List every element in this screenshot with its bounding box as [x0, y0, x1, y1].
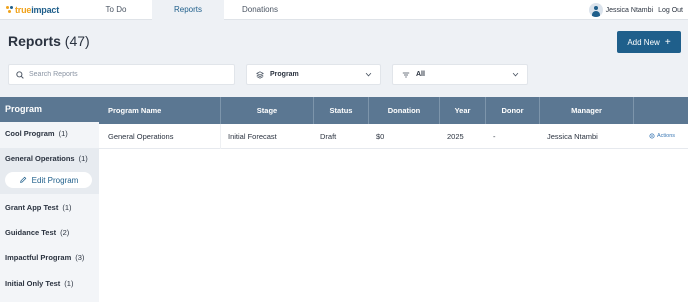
sidebar-item-label: Impactful Program [5, 253, 72, 262]
cell-status: Draft [320, 132, 337, 141]
cell-program-name: General Operations [108, 132, 174, 141]
cell-donor: - [493, 132, 496, 141]
pencil-icon [19, 176, 26, 183]
logo-text-impact: impact [31, 5, 60, 15]
logo-mark-icon [6, 5, 13, 15]
sidebar-heading: Program [0, 97, 99, 122]
column-header-program-name[interactable]: Program Name [99, 97, 220, 124]
sidebar-item-count: (2) [60, 228, 70, 237]
sidebar-item-general-operations[interactable]: General Operations (1) [5, 154, 88, 163]
group-by-select[interactable]: Program [246, 64, 381, 85]
edit-program-label: Edit Program [31, 175, 79, 185]
sidebar-item-guidance-test[interactable]: Guidance Test (2) [5, 228, 69, 237]
sidebar-item-initial-only-test[interactable]: Initial Only Test (1) [5, 279, 73, 288]
row-actions-label: Actions [657, 133, 676, 139]
top-nav: trueimpact To Do Reports Donations Jessi… [0, 0, 688, 20]
sidebar-item-cool-program[interactable]: Cool Program (1) [5, 129, 68, 138]
group-by-value: Program [270, 71, 299, 78]
reports-table: Program Name Stage Status Donation Year … [99, 97, 688, 302]
column-header-year[interactable]: Year [439, 97, 485, 124]
tab-donations[interactable]: Donations [224, 0, 296, 20]
layers-icon [256, 70, 264, 79]
sidebar-item-grant-app-test[interactable]: Grant App Test (1) [5, 203, 72, 212]
tab-to-do[interactable]: To Do [80, 0, 152, 20]
sidebar-item-label: Initial Only Test [5, 279, 61, 288]
row-actions-button[interactable]: Actions [649, 133, 675, 139]
user-menu: Jessica Ntambi Log Out [588, 2, 683, 18]
logout-link[interactable]: Log Out [658, 7, 683, 14]
filter-icon [402, 72, 410, 77]
tab-reports[interactable]: Reports [152, 0, 224, 20]
column-header-donor[interactable]: Donor [485, 97, 539, 124]
column-header-donation[interactable]: Donation [368, 97, 439, 124]
cell-year: 2025 [447, 132, 464, 141]
search-icon [16, 70, 24, 79]
add-new-label: Add New [627, 37, 660, 47]
sidebar-item-label: Grant App Test [5, 203, 59, 212]
user-name[interactable]: Jessica Ntambi [606, 7, 653, 14]
add-new-button[interactable]: Add New + [617, 31, 681, 53]
page-title-text: Reports [8, 33, 61, 49]
brand-logo[interactable]: trueimpact [6, 4, 59, 16]
program-sidebar: Program [0, 97, 99, 302]
sidebar-item-label: Guidance Test [5, 228, 57, 237]
logo-text-true: true [15, 5, 32, 15]
column-header-actions [633, 97, 688, 124]
sidebar-item-count: (1) [78, 154, 88, 163]
search-box[interactable] [8, 64, 235, 85]
user-avatar-icon[interactable] [588, 3, 603, 17]
page-title: Reports (47) [8, 33, 90, 49]
sidebar-item-count: (3) [75, 253, 85, 262]
filter-value: All [416, 71, 425, 78]
column-header-stage[interactable]: Stage [220, 97, 313, 124]
edit-program-button[interactable]: Edit Program [5, 172, 92, 188]
sidebar-item-impactful-program[interactable]: Impactful Program (3) [5, 253, 84, 262]
gear-icon [649, 133, 655, 139]
chevron-down-icon [512, 72, 519, 77]
sidebar-item-label: Cool Program [5, 129, 55, 138]
plus-icon: + [664, 36, 671, 48]
search-input[interactable] [29, 71, 219, 78]
sidebar-item-count: (1) [62, 203, 72, 212]
sidebar-item-count: (1) [58, 129, 68, 138]
table-header: Program Name Stage Status Donation Year … [99, 97, 688, 124]
sidebar-item-count: (1) [64, 279, 74, 288]
column-header-status[interactable]: Status [313, 97, 368, 124]
column-header-manager[interactable]: Manager [539, 97, 633, 124]
cell-donation: $0 [376, 132, 385, 141]
filter-select[interactable]: All [392, 64, 528, 85]
table-row[interactable]: General Operations Initial Forecast Draf… [99, 124, 688, 149]
chevron-down-icon [365, 72, 372, 77]
report-count: (47) [64, 33, 90, 49]
cell-stage: Initial Forecast [220, 124, 313, 149]
sidebar-item-label: General Operations [5, 154, 75, 163]
cell-manager: Jessica Ntambi [547, 132, 598, 141]
